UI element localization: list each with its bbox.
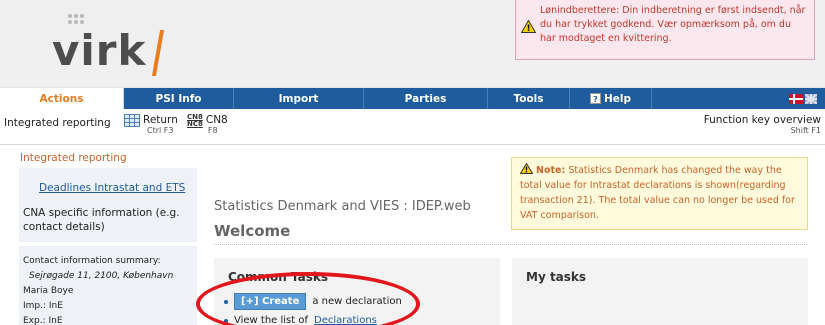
warning-banner: ! Lønindberettere: Din indberetning er f…	[515, 0, 815, 60]
help-icon: ?	[589, 93, 601, 104]
warning-icon: !	[521, 20, 536, 33]
cn8-nc8-icon: CN8 NC8	[187, 113, 203, 128]
tab-parties[interactable]: Parties	[364, 88, 488, 109]
danish-flag-icon[interactable]	[789, 93, 803, 104]
left-panel-title: Integrated reporting	[20, 152, 127, 164]
deadlines-link[interactable]: Deadlines Intrastat and ETS	[39, 182, 185, 194]
cna-info-text: CNA specific information (e.g. contact d…	[23, 207, 180, 233]
function-key-overview[interactable]: Function key overview Shift F1	[704, 114, 821, 135]
return-label: Return	[143, 114, 178, 126]
virk-logo[interactable]: virk	[52, 14, 182, 76]
contact-summary: Contact information summary: Sejrøgade 1…	[23, 254, 195, 325]
return-shortcut: Ctrl F3	[147, 126, 174, 135]
common-tasks-title: Common Tasks	[228, 270, 329, 284]
tab-tools[interactable]: Tools	[488, 88, 570, 109]
return-button[interactable]: Return Ctrl F3	[124, 114, 178, 135]
integrated-reporting-label: Integrated reporting	[4, 117, 111, 129]
contact-title: Contact information summary:	[23, 256, 161, 266]
tab-import[interactable]: Import	[234, 88, 364, 109]
create-task: [+] Create a new declaration	[224, 293, 402, 310]
common-tasks-panel: Common Tasks [+] Create a new declaratio…	[214, 258, 500, 325]
contact-imp: Imp.: InE	[23, 301, 63, 311]
table-icon	[124, 114, 140, 127]
tab-actions[interactable]: Actions	[0, 88, 124, 109]
warning-icon: !	[519, 162, 534, 175]
main-nav: Actions PSI Info Import Parties Tools ? …	[0, 88, 825, 109]
bullet-icon	[224, 318, 228, 323]
create-suffix: a new declaration	[312, 296, 402, 307]
cn8-shortcut: F8	[207, 126, 218, 135]
svg-text:!: !	[526, 24, 530, 33]
uk-flag-icon[interactable]	[805, 93, 817, 104]
toolbar: Integrated reporting Return Ctrl F3 CN8 N…	[0, 109, 825, 145]
function-key-label: Function key overview	[703, 114, 821, 126]
warning-text: Lønindberettere: Din indberetning er før…	[540, 5, 806, 44]
svg-text:!: !	[525, 166, 529, 175]
title-divider	[214, 244, 807, 245]
logo-text: virk	[52, 26, 147, 75]
view-declarations-task: View the list of Declarations	[224, 315, 377, 325]
page-title: Welcome	[214, 222, 291, 240]
contact-exp: Exp.: InE	[23, 316, 63, 325]
left-panel: Deadlines Intrastat and ETS CNA specific…	[19, 168, 197, 325]
contact-name: Maria Boye	[23, 286, 74, 296]
tab-help[interactable]: ? Help	[570, 88, 652, 109]
svg-text:?: ?	[593, 95, 598, 104]
function-key-shortcut: Shift F1	[790, 126, 821, 135]
contact-address: Sejrøgade 11, 2100, København	[29, 271, 174, 281]
cn8-button[interactable]: CN8 NC8 CN8 F8	[187, 113, 228, 136]
page-subtitle: Statistics Denmark and VIES : IDEP.web	[214, 199, 471, 214]
logo-slash	[151, 30, 165, 76]
my-tasks-panel: My tasks	[512, 258, 808, 325]
my-tasks-title: My tasks	[526, 270, 587, 284]
view-prefix: View the list of	[234, 315, 309, 325]
cn8-label: CN8	[205, 114, 228, 126]
note-label: Note:	[536, 165, 566, 176]
left-panel-divider	[19, 242, 197, 246]
note-box: ! Note: Statistics Denmark has changed t…	[511, 157, 808, 230]
bullet-icon	[224, 299, 228, 304]
page-header: virk ! Lønindberettere: Din indberetning…	[0, 0, 825, 88]
declarations-link[interactable]: Declarations	[314, 315, 377, 325]
tab-psi-info[interactable]: PSI Info	[124, 88, 234, 109]
tab-help-label: Help	[603, 92, 632, 105]
create-declaration-button[interactable]: [+] Create	[234, 293, 307, 310]
language-switch	[652, 88, 825, 109]
